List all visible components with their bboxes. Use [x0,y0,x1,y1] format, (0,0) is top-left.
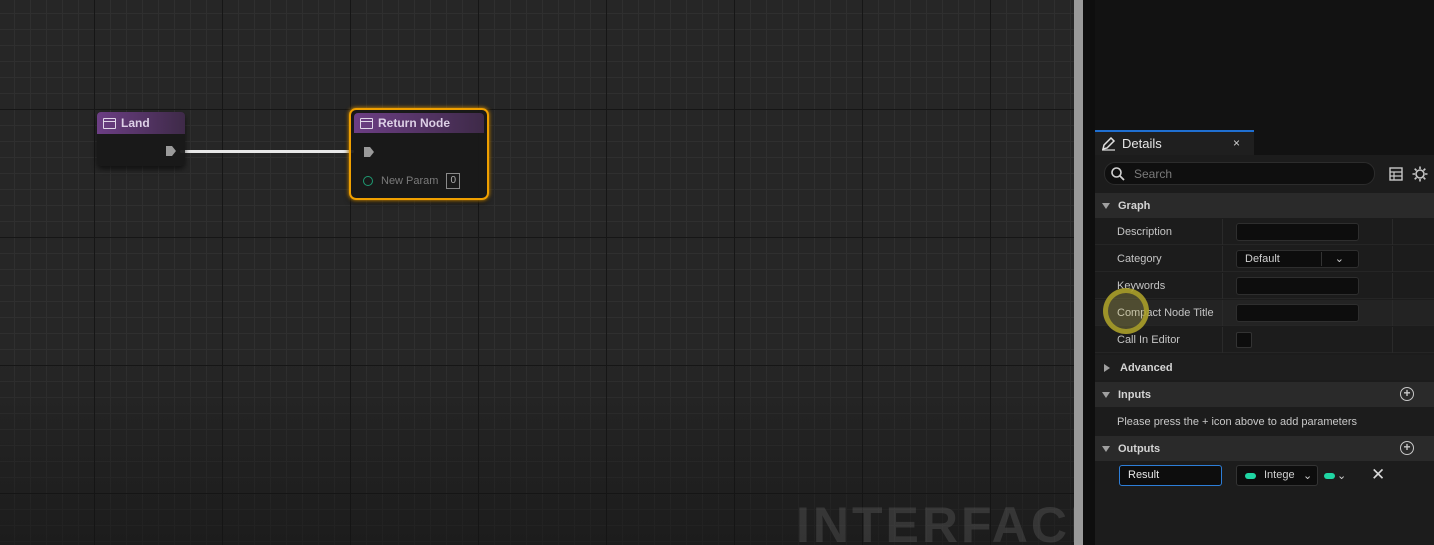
return-param-label: New Param [381,175,439,187]
column-divider [1392,273,1393,299]
table-view-icon[interactable] [1389,167,1403,181]
chevron-down-icon: ⌄ [1303,470,1313,482]
call-in-editor-label: Call In Editor [1117,334,1180,346]
search-icon [1111,166,1125,181]
tab-details-label: Details [1122,136,1162,151]
keywords-field[interactable] [1236,277,1359,295]
output-type-dropdown[interactable]: Intege ⌄ [1236,465,1318,486]
graph-canvas[interactable]: Land Return Node New Param 0 INTERFACE [0,0,1074,545]
collapse-arrow-icon [1102,391,1110,398]
section-inputs-label: Inputs [1118,388,1151,401]
integer-pin-icon[interactable] [363,176,373,186]
column-divider [1392,327,1393,353]
category-dropdown[interactable]: Default ⌄ [1236,250,1359,268]
column-divider[interactable] [1222,300,1223,326]
property-description: Description [1095,219,1434,245]
dropdown-separator [1321,252,1322,266]
section-advanced[interactable]: Advanced [1095,355,1434,380]
column-divider[interactable] [1222,327,1223,353]
search-box[interactable] [1104,162,1375,185]
land-node[interactable]: Land [97,112,185,166]
property-keywords: Keywords [1095,273,1434,299]
function-icon [360,117,373,129]
land-node-header[interactable]: Land [97,112,185,134]
section-outputs-label: Outputs [1118,442,1161,455]
chevron-down-icon: ⌄ [1337,470,1347,482]
description-label: Description [1117,226,1173,238]
column-divider[interactable] [1222,246,1223,272]
column-divider[interactable] [1222,273,1223,299]
remove-output-icon[interactable]: ✕ [1371,465,1385,485]
single-value-icon [1324,473,1335,480]
return-node-header[interactable]: Return Node [354,113,484,133]
section-inputs[interactable]: Inputs + [1095,382,1434,407]
splitter-gap [1083,0,1095,545]
call-in-editor-checkbox[interactable] [1236,332,1252,348]
column-divider[interactable] [1222,219,1223,245]
exec-wire[interactable] [180,150,354,153]
section-graph-label: Graph [1118,199,1151,212]
watermark: INTERFACE [796,497,1074,545]
exec-out-pin-icon[interactable] [165,145,177,157]
panel-splitter[interactable] [1074,0,1083,545]
output-name-field[interactable]: Result [1119,465,1222,486]
description-field[interactable] [1236,223,1359,241]
close-icon[interactable]: × [1233,136,1240,150]
return-param-row: New Param 0 [363,173,461,189]
land-node-title: Land [121,116,150,130]
inputs-hint: Please press the + icon above to add par… [1117,416,1358,428]
output-type-label: Intege [1264,469,1295,481]
property-compact-node-title: Compact Node Title [1095,300,1434,326]
keywords-label: Keywords [1117,280,1166,292]
collapse-arrow-icon [1102,202,1110,209]
column-divider [1392,219,1393,245]
tab-details[interactable]: Details × [1095,130,1254,155]
property-call-in-editor: Call In Editor [1095,327,1434,353]
add-input-icon[interactable]: + [1400,387,1414,401]
exec-in-pin-icon[interactable] [363,146,375,158]
category-value: Default [1245,253,1280,265]
collapse-arrow-icon [1102,445,1110,452]
pencil-icon [1101,136,1116,151]
return-node-title: Return Node [378,116,450,130]
expand-arrow-icon [1104,363,1110,372]
gear-icon[interactable] [1412,166,1428,182]
section-graph[interactable]: Graph [1095,193,1434,218]
search-input[interactable] [1132,165,1366,182]
return-node[interactable]: Return Node New Param 0 [349,108,489,200]
section-advanced-label: Advanced [1120,361,1173,374]
add-output-icon[interactable]: + [1400,441,1414,455]
chevron-down-icon[interactable]: ⌄ [1335,251,1344,267]
integer-pin-icon [1245,473,1256,479]
container-type-dropdown[interactable]: ⌄ [1324,469,1346,482]
function-icon [103,117,116,129]
compact-node-title-label: Compact Node Title [1117,307,1214,319]
property-category: Category Default ⌄ [1095,246,1434,272]
section-outputs[interactable]: Outputs + [1095,436,1434,461]
column-divider [1392,246,1393,272]
column-divider [1392,300,1393,326]
return-param-value[interactable]: 0 [446,173,461,189]
category-label: Category [1117,253,1162,265]
compact-node-title-field[interactable] [1236,304,1359,322]
